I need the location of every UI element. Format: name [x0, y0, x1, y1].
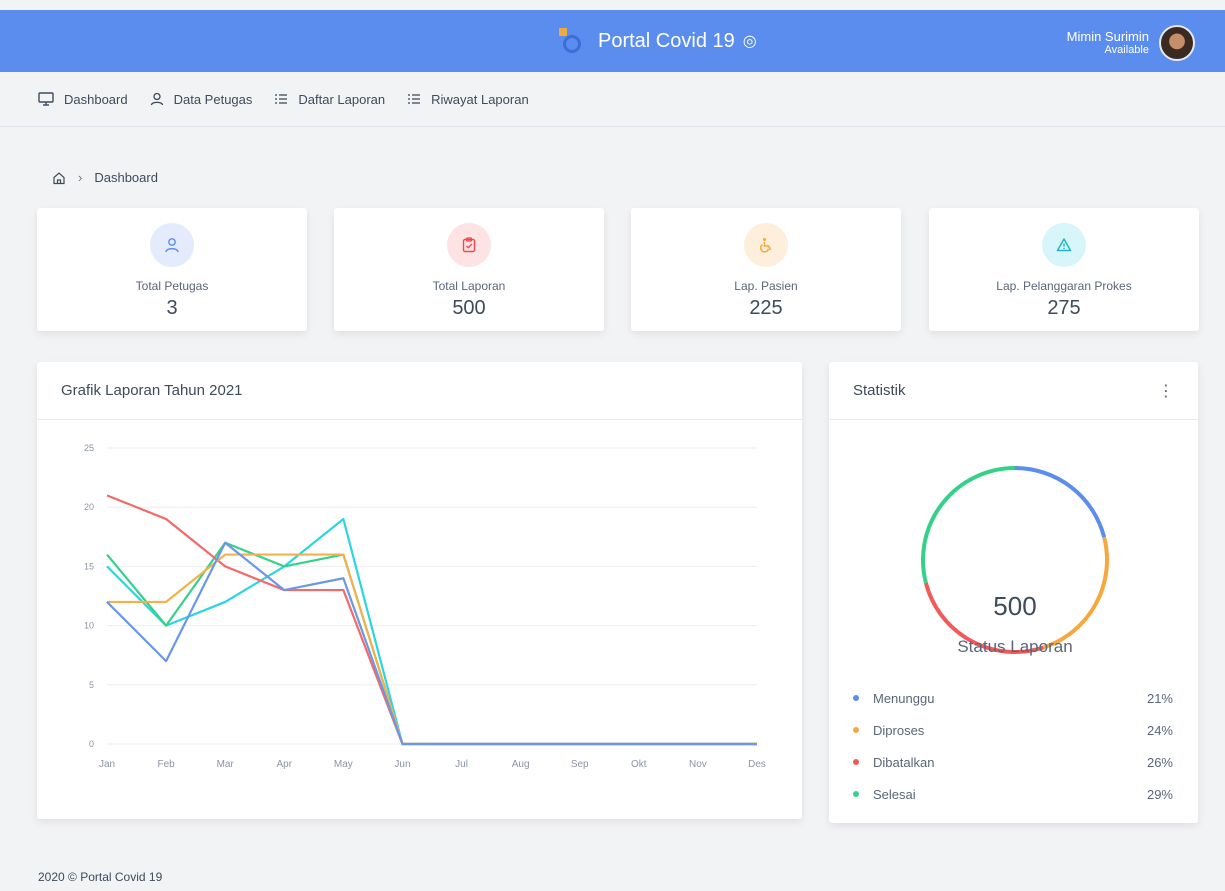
main-nav: Dashboard Data Petugas Daftar Laporan Ri…: [0, 72, 1225, 127]
x-tick-label: Jul: [455, 759, 468, 770]
legend-dot: [853, 727, 859, 733]
top-bar: Portal Covid 19 ◎ Mimin Surimin Availabl…: [0, 10, 1225, 72]
x-tick-label: Okt: [631, 759, 647, 770]
legend-dot: [853, 759, 859, 765]
donut-label: Status Laporan: [957, 637, 1072, 656]
brand[interactable]: Portal Covid 19 ◎: [556, 26, 757, 56]
stat-value: 500: [452, 297, 486, 319]
donut-segment: [921, 466, 1016, 584]
footer: 2020 © Portal Covid 19: [38, 870, 163, 884]
x-tick-label: Jun: [394, 759, 410, 770]
statistik-panel-title: Statistik: [853, 382, 906, 399]
legend-label: Menunggu: [873, 690, 935, 706]
nav-item-riwayat-laporan[interactable]: Riwayat Laporan: [407, 92, 529, 107]
stat-value: 3: [166, 297, 178, 319]
stat-label: Total Petugas: [135, 279, 209, 293]
legend-dot: [853, 695, 859, 701]
y-tick-label: 25: [84, 443, 94, 453]
breadcrumb: › Dashboard: [52, 170, 158, 185]
home-icon[interactable]: [52, 171, 66, 185]
more-options-icon[interactable]: ⋮: [1158, 381, 1174, 401]
legend-item: Selesai 29%: [853, 778, 1173, 810]
legend-item: Menunggu 21%: [853, 682, 1173, 714]
nav-label: Dashboard: [64, 91, 128, 107]
legend-pct: 21%: [1146, 690, 1173, 706]
nav-label: Data Petugas: [173, 91, 253, 107]
statistik-panel: Statistik ⋮ 500 Status Laporan Menunggu …: [829, 362, 1198, 823]
line-chart: 0 5 10 15 20 25 Jan Feb Mar Apr May Jun Jul Aug Sep Okt…: [84, 443, 766, 770]
y-tick-label: 20: [84, 502, 94, 512]
monitor-icon: [38, 92, 54, 106]
stat-label: Lap. Pasien: [734, 279, 798, 293]
legend-dot: [853, 791, 859, 797]
app-title: Portal Covid 19: [598, 29, 735, 52]
donut-legend: Menunggu 21% Diproses 24% Dibatalkan 26%…: [853, 682, 1173, 810]
series-line: [106, 494, 757, 746]
stat-card-total-laporan: Total Laporan 500: [334, 208, 604, 331]
x-tick-label: Jan: [99, 759, 115, 770]
y-tick-label: 10: [84, 621, 94, 631]
user-icon: [150, 92, 163, 106]
warning-icon: [1042, 223, 1086, 267]
legend-item: Dibatalkan 26%: [853, 746, 1173, 778]
nav-item-data-petugas[interactable]: Data Petugas: [150, 91, 253, 107]
x-tick-label: Apr: [276, 759, 292, 770]
brand-logo: [556, 26, 586, 56]
chevron-right-icon: ›: [78, 170, 83, 185]
stat-value: 275: [1047, 297, 1081, 319]
chart-panel: Grafik Laporan Tahun 2021 0 5 10 15 20 25 Jan F…: [37, 362, 802, 819]
x-tick-label: Des: [748, 759, 766, 770]
series-line: [106, 541, 757, 746]
donut-total: 500: [993, 591, 1036, 621]
series-line: [106, 517, 757, 746]
stat-card-lap-pelanggaran-prokes: Lap. Pelanggaran Prokes 275: [929, 208, 1199, 331]
x-tick-label: May: [334, 759, 353, 770]
legend-pct: 24%: [1146, 722, 1173, 738]
y-tick-label: 15: [84, 561, 94, 571]
stat-card-total-petugas: Total Petugas 3: [37, 208, 307, 331]
stat-label: Lap. Pelanggaran Prokes: [996, 279, 1132, 293]
clipboard-check-icon: [447, 223, 491, 267]
legend-item: Diproses 24%: [853, 714, 1173, 746]
y-tick-label: 5: [89, 680, 94, 690]
nav-label: Riwayat Laporan: [431, 91, 529, 107]
x-tick-label: Sep: [571, 759, 589, 770]
wheelchair-icon: [744, 223, 788, 267]
user-icon: [150, 223, 194, 267]
legend-pct: 26%: [1146, 754, 1173, 770]
legend-pct: 29%: [1146, 786, 1173, 802]
list-icon: [275, 94, 288, 104]
chart-panel-title: Grafik Laporan Tahun 2021: [61, 382, 243, 399]
nav-label: Daftar Laporan: [298, 91, 386, 107]
user-status: Available: [1104, 44, 1149, 57]
stat-card-lap-pasien: Lap. Pasien 225: [631, 208, 901, 331]
legend-label: Diproses: [873, 722, 925, 738]
stat-value: 225: [749, 297, 783, 319]
donut-segment: [1014, 466, 1107, 538]
nav-item-dashboard[interactable]: Dashboard: [38, 92, 128, 107]
x-tick-label: Aug: [512, 759, 530, 770]
x-tick-label: Feb: [157, 759, 175, 770]
breadcrumb-current: Dashboard: [94, 170, 158, 185]
stat-label: Total Laporan: [432, 279, 506, 293]
list-icon: [408, 94, 421, 104]
legend-label: Selesai: [873, 786, 916, 802]
target-icon: ◎: [742, 33, 757, 50]
legend-label: Dibatalkan: [873, 754, 935, 770]
y-tick-label: 0: [89, 739, 94, 749]
donut-segment: [1042, 536, 1109, 650]
x-tick-label: Mar: [217, 759, 235, 770]
donut-chart: 500 Status Laporan: [921, 466, 1109, 656]
user-menu[interactable]: Mimin Surimin Available: [1067, 25, 1195, 61]
user-name: Mimin Surimin: [1066, 28, 1149, 44]
x-tick-label: Nov: [689, 759, 707, 770]
avatar[interactable]: [1159, 25, 1195, 61]
nav-item-daftar-laporan[interactable]: Daftar Laporan: [274, 92, 385, 107]
